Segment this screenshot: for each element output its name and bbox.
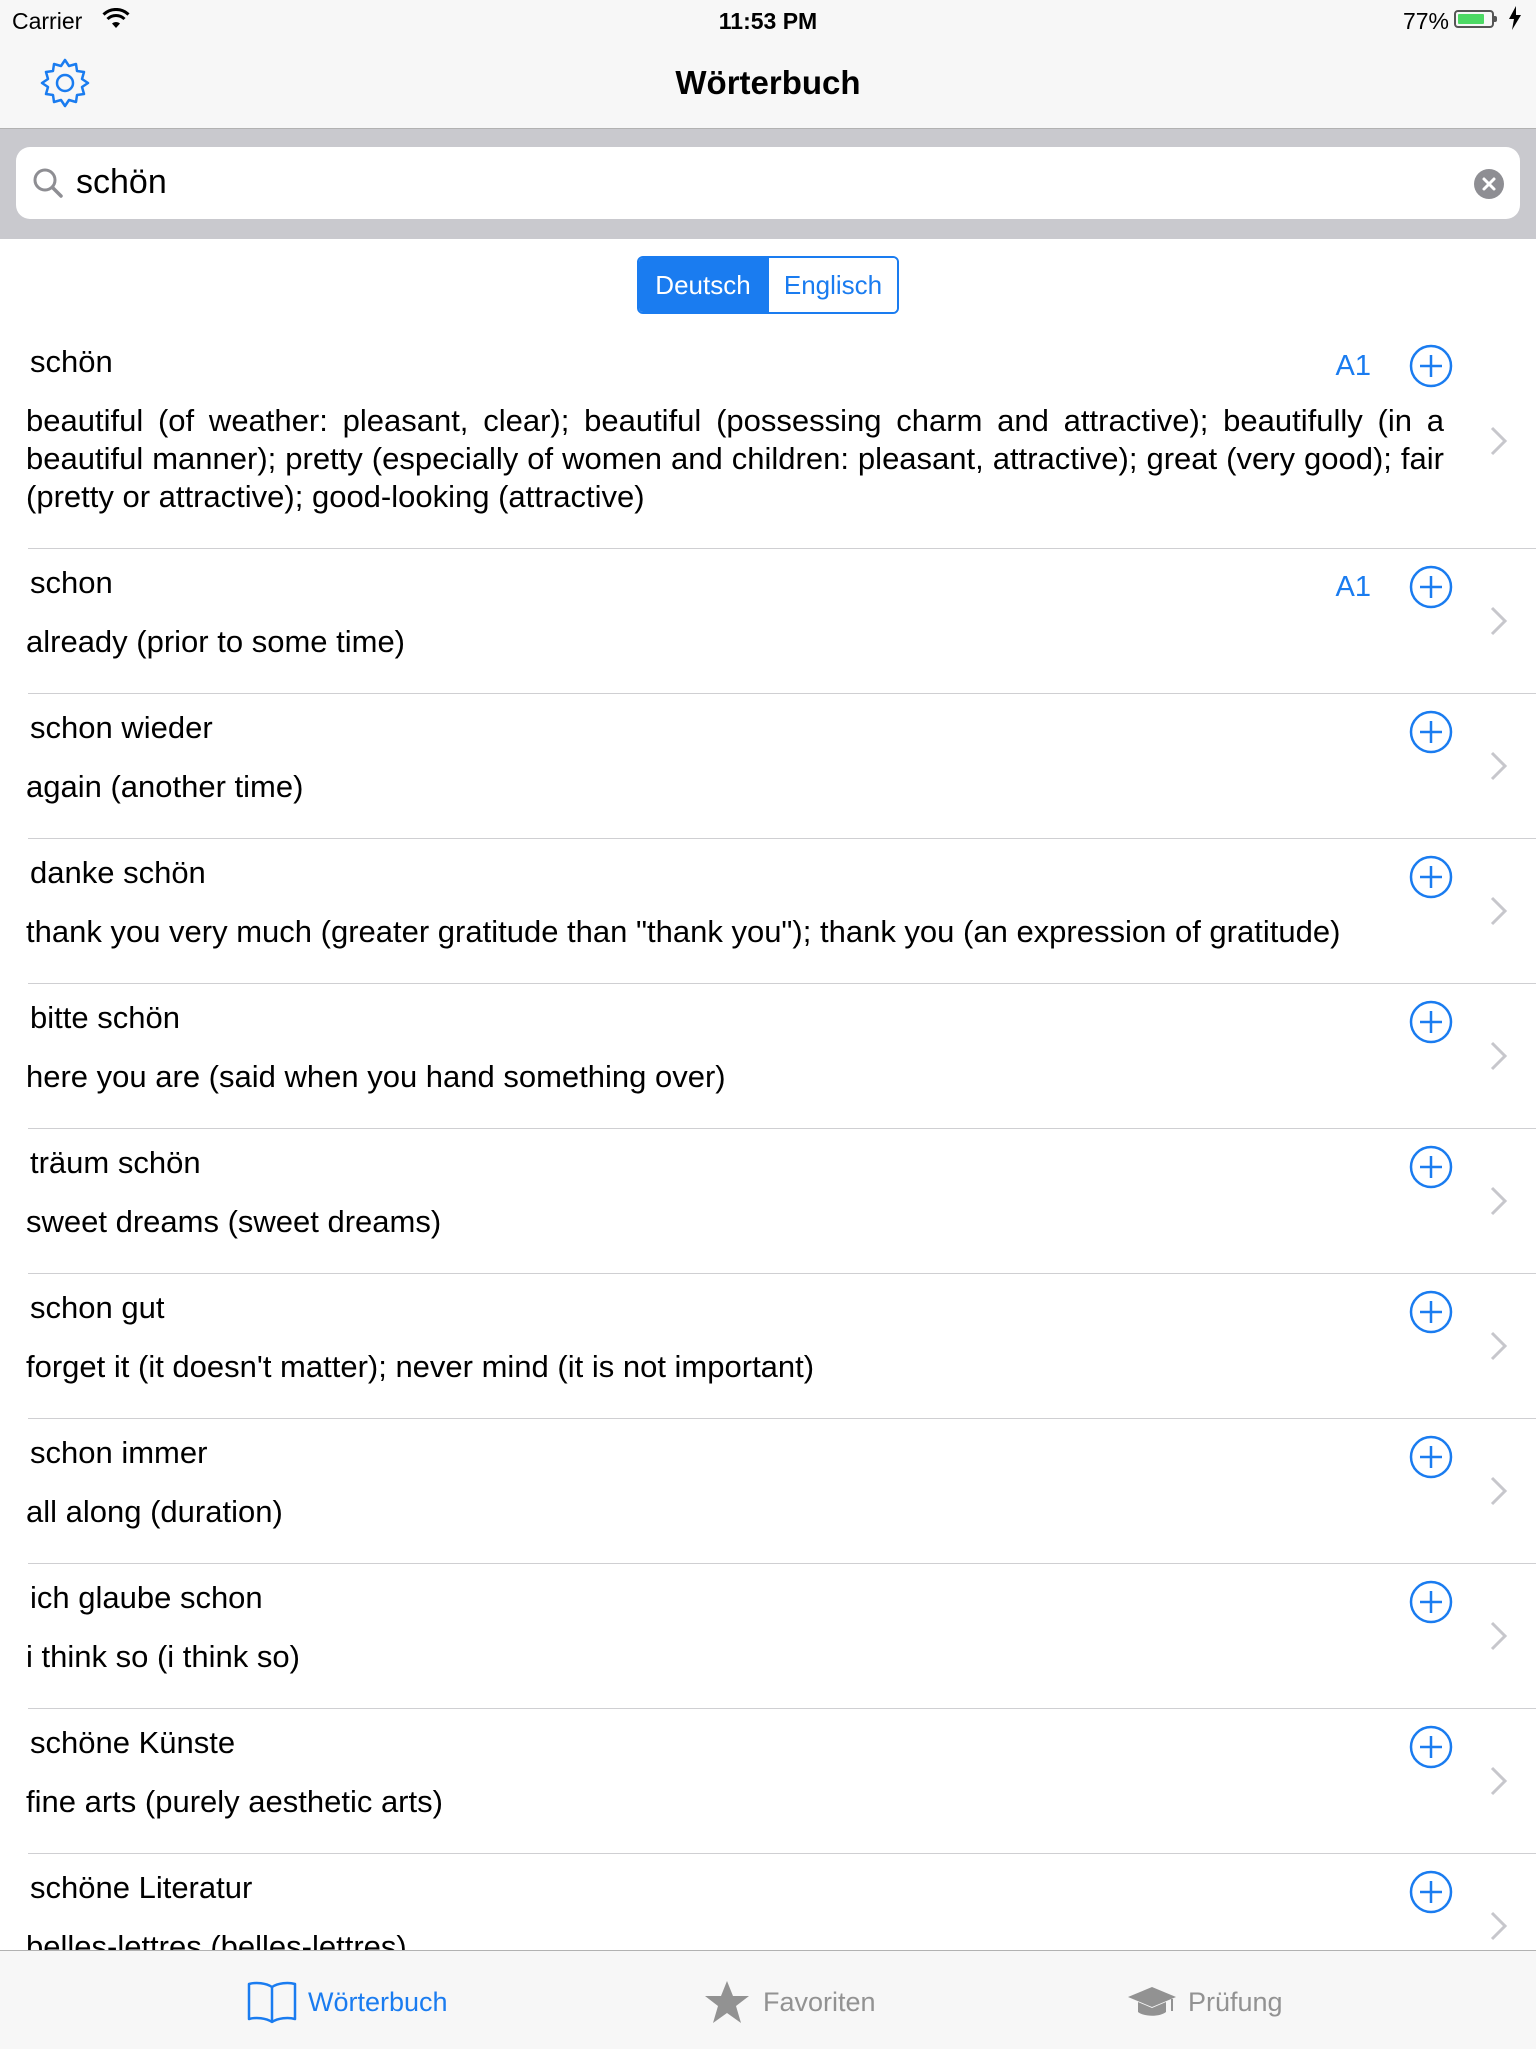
- entry-definition: sweet dreams (sweet dreams): [26, 1204, 442, 1239]
- search-input[interactable]: schön: [16, 147, 1520, 219]
- graduation-cap-icon: [1128, 1987, 1176, 2016]
- chevron-right-icon: [1490, 426, 1508, 456]
- chevron-right-icon: [1490, 1621, 1508, 1651]
- list-item[interactable]: schon wieder again (another time): [0, 694, 1536, 839]
- entry-term: schon gut: [30, 1290, 165, 1325]
- tab-pruefung[interactable]: Prüfung: [1126, 1979, 1283, 2025]
- entry-term: schöne Künste: [30, 1725, 236, 1760]
- add-favorite-icon[interactable]: [1409, 1435, 1453, 1479]
- entry-definition: here you are (said when you hand somethi…: [26, 1059, 726, 1094]
- entry-term: schöne Literatur: [30, 1870, 253, 1905]
- battery-percent: 77%: [1402, 8, 1449, 34]
- entry-term: bitte schön: [30, 1000, 180, 1035]
- add-favorite-icon[interactable]: [1409, 855, 1453, 899]
- tab-label: Wörterbuch: [308, 1986, 448, 2017]
- star-icon: [705, 1981, 749, 2023]
- chevron-right-icon: [1490, 1041, 1508, 1071]
- clear-icon[interactable]: [1474, 169, 1504, 199]
- chevron-right-icon: [1490, 1911, 1508, 1941]
- chevron-right-icon: [1490, 751, 1508, 781]
- list-item[interactable]: ich glaube schon i think so (i think so): [0, 1564, 1536, 1709]
- entry-definition: already (prior to some time): [26, 624, 406, 659]
- entry-definition: i think so (i think so): [26, 1639, 300, 1674]
- tab-woerterbuch[interactable]: Wörterbuch: [246, 1979, 448, 2025]
- entry-definition: belles-lettres (belles-lettres): [26, 1929, 407, 1950]
- chevron-right-icon: [1490, 606, 1508, 636]
- add-favorite-icon[interactable]: [1409, 1290, 1453, 1334]
- add-favorite-icon[interactable]: [1409, 344, 1453, 388]
- level-badge: A1: [1335, 571, 1371, 603]
- search-value: schön: [76, 163, 167, 201]
- entry-definition: fine arts (purely aesthetic arts): [26, 1784, 443, 1819]
- tab-favoriten[interactable]: Favoriten: [701, 1979, 876, 2025]
- results-list: schön A1 beautiful (of weather: pleasant…: [0, 320, 1536, 1950]
- entry-definition: thank you very much (greater gratitude t…: [26, 914, 1341, 949]
- entry-term: schon immer: [30, 1435, 208, 1470]
- chevron-right-icon: [1490, 896, 1508, 926]
- search-icon: [30, 165, 66, 201]
- tab-bar: Wörterbuch Favoriten Prüfung: [0, 1950, 1536, 2049]
- chevron-right-icon: [1490, 1476, 1508, 1506]
- list-item[interactable]: träum schön sweet dreams (sweet dreams): [0, 1129, 1536, 1274]
- segment-englisch[interactable]: Englisch: [767, 258, 897, 312]
- entry-definition: beautiful (of weather: pleasant, clear);…: [26, 403, 1444, 514]
- list-item[interactable]: bitte schön here you are (said when you …: [0, 984, 1536, 1129]
- list-item[interactable]: schon gut forget it (it doesn't matter);…: [0, 1274, 1536, 1419]
- add-favorite-icon[interactable]: [1409, 1580, 1453, 1624]
- add-favorite-icon[interactable]: [1409, 710, 1453, 754]
- entry-term: schon wieder: [30, 710, 213, 745]
- list-item[interactable]: schöne Künste fine arts (purely aestheti…: [0, 1709, 1536, 1854]
- tab-label: Prüfung: [1188, 1986, 1283, 2017]
- list-item[interactable]: schöne Literatur belles-lettres (belles-…: [0, 1854, 1536, 1950]
- entry-term: schön: [30, 344, 113, 379]
- search-bar: schön: [0, 129, 1536, 239]
- list-item[interactable]: schon A1 already (prior to some time): [0, 549, 1536, 694]
- list-item[interactable]: schön A1 beautiful (of weather: pleasant…: [0, 320, 1536, 549]
- list-item[interactable]: schon immer all along (duration): [0, 1419, 1536, 1564]
- page-title: Wörterbuch: [675, 64, 861, 101]
- entry-definition: again (another time): [26, 769, 304, 804]
- chevron-right-icon: [1490, 1331, 1508, 1361]
- entry-term: schon: [30, 565, 113, 600]
- navigation-bar: Wörterbuch: [0, 40, 1536, 129]
- chevron-right-icon: [1490, 1186, 1508, 1216]
- status-bar: Carrier 11:53 PM 77%: [0, 0, 1536, 40]
- entry-definition: forget it (it doesn't matter); never min…: [26, 1349, 815, 1384]
- level-badge: A1: [1335, 350, 1371, 382]
- add-favorite-icon[interactable]: [1409, 1725, 1453, 1769]
- entry-term: träum schön: [30, 1145, 201, 1180]
- add-favorite-icon[interactable]: [1409, 565, 1453, 609]
- clock-label: 11:53 PM: [718, 8, 818, 34]
- segment-deutsch[interactable]: Deutsch: [639, 258, 767, 312]
- add-favorite-icon[interactable]: [1409, 1000, 1453, 1044]
- battery-icon: [1454, 10, 1497, 28]
- book-icon: [247, 1981, 297, 2024]
- entry-definition: all along (duration): [26, 1494, 283, 1529]
- list-item[interactable]: danke schön thank you very much (greater…: [0, 839, 1536, 984]
- chevron-right-icon: [1490, 1766, 1508, 1796]
- charging-icon: [1508, 6, 1522, 36]
- tab-label: Favoriten: [763, 1986, 876, 2017]
- add-favorite-icon[interactable]: [1409, 1145, 1453, 1189]
- add-favorite-icon[interactable]: [1409, 1870, 1453, 1914]
- language-segmented-control: Deutsch Englisch: [637, 256, 899, 314]
- entry-term: ich glaube schon: [30, 1580, 263, 1615]
- entry-term: danke schön: [30, 855, 206, 890]
